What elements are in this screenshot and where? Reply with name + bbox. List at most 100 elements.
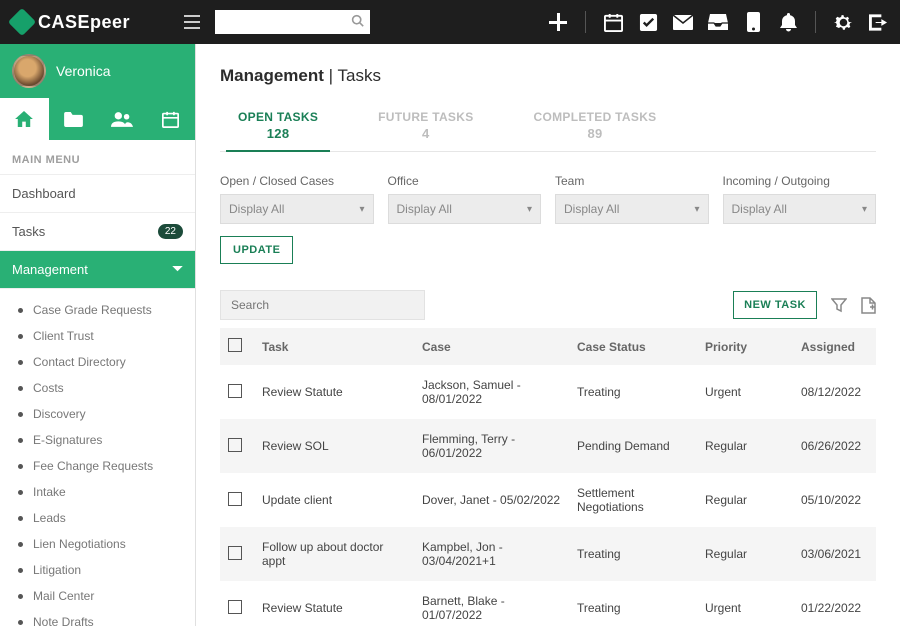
filter-icon[interactable] (831, 297, 847, 313)
sub-item[interactable]: Intake (0, 479, 195, 505)
bullet-icon (18, 334, 23, 339)
sidebar-item-management[interactable]: Management (0, 251, 195, 289)
table-row[interactable]: Review StatuteJackson, Samuel - 08/01/20… (220, 365, 876, 419)
filter-select[interactable]: Display All▾ (723, 194, 877, 224)
row-checkbox[interactable] (228, 384, 242, 398)
brand-name: CASEpeer (38, 12, 130, 33)
folder-icon[interactable] (49, 98, 98, 140)
sub-item[interactable]: Costs (0, 375, 195, 401)
row-checkbox[interactable] (228, 600, 242, 614)
cell-status: Treating (569, 365, 697, 419)
table-row[interactable]: Review StatuteBarnett, Blake - 01/07/202… (220, 581, 876, 626)
table-row[interactable]: Follow up about doctor apptKampbel, Jon … (220, 527, 876, 581)
calendar-side-icon[interactable] (146, 98, 195, 140)
bullet-icon (18, 438, 23, 443)
gear-icon[interactable] (833, 12, 853, 32)
cell-status: Treating (569, 581, 697, 626)
cell-case: Flemming, Terry - 06/01/2022 (414, 419, 569, 473)
sub-item[interactable]: Contact Directory (0, 349, 195, 375)
sidebar-icon-row (0, 98, 195, 140)
sub-item[interactable]: Leads (0, 505, 195, 531)
chevron-down-icon: ▾ (862, 204, 867, 215)
cell-assigned: 03/06/2021 (793, 527, 876, 581)
table-row[interactable]: Review SOLFlemming, Terry - 06/01/2022Pe… (220, 419, 876, 473)
brand-logo[interactable]: CASEpeer (12, 12, 130, 33)
cell-case: Kampbel, Jon - 03/04/2021+1 (414, 527, 569, 581)
update-button[interactable]: UPDATE (220, 236, 293, 264)
check-icon[interactable] (638, 12, 658, 32)
sub-item[interactable]: Fee Change Requests (0, 453, 195, 479)
select-all-checkbox[interactable] (228, 338, 242, 352)
mobile-icon[interactable] (743, 12, 763, 32)
col-case[interactable]: Case (414, 328, 569, 365)
tab-future-tasks[interactable]: FUTURE TASKS4 (378, 110, 473, 151)
mail-icon[interactable] (673, 12, 693, 32)
separator (815, 11, 816, 33)
bell-icon[interactable] (778, 12, 798, 32)
bullet-icon (18, 594, 23, 599)
sub-item[interactable]: Client Trust (0, 323, 195, 349)
bullet-icon (18, 490, 23, 495)
sub-item-label: Costs (33, 381, 64, 395)
sub-item-label: Case Grade Requests (33, 303, 152, 317)
new-task-button[interactable]: NEW TASK (733, 291, 817, 319)
bullet-icon (18, 308, 23, 313)
tab-completed-tasks[interactable]: COMPLETED TASKS89 (534, 110, 657, 151)
cell-task: Review Statute (254, 581, 414, 626)
bullet-icon (18, 464, 23, 469)
task-search[interactable] (220, 290, 425, 320)
col-status[interactable]: Case Status (569, 328, 697, 365)
home-icon[interactable] (0, 98, 49, 140)
logo-icon (8, 8, 36, 36)
sub-item-label: E-Signatures (33, 433, 102, 447)
filter: Open / Closed CasesDisplay All▾ (220, 174, 374, 224)
sub-item-label: Litigation (33, 563, 81, 577)
avatar (12, 54, 46, 88)
filter-select[interactable]: Display All▾ (220, 194, 374, 224)
table-row[interactable]: Update clientDover, Janet - 05/02/2022Se… (220, 473, 876, 527)
user-block[interactable]: Veronica (0, 44, 195, 98)
management-submenu: Case Grade Requests Client TrustContact D… (0, 289, 195, 626)
chevron-down-icon: ▾ (359, 204, 364, 215)
cell-case: Dover, Janet - 05/02/2022 (414, 473, 569, 527)
hamburger-icon[interactable] (184, 15, 200, 29)
sidebar-item-dashboard[interactable]: Dashboard (0, 174, 195, 213)
filter-select[interactable]: Display All▾ (555, 194, 709, 224)
export-icon[interactable] (861, 297, 876, 314)
sub-item[interactable]: E-Signatures (0, 427, 195, 453)
calendar-icon[interactable] (603, 12, 623, 32)
row-checkbox[interactable] (228, 438, 242, 452)
sub-item[interactable]: Mail Center (0, 583, 195, 609)
sidebar-item-tasks[interactable]: Tasks22 (0, 213, 195, 251)
global-search-input[interactable] (215, 10, 370, 34)
col-task[interactable]: Task (254, 328, 414, 365)
sidebar-item-label: Tasks (12, 224, 45, 239)
filter: TeamDisplay All▾ (555, 174, 709, 224)
cell-task: Follow up about doctor appt (254, 527, 414, 581)
sub-item-label: Mail Center (33, 589, 94, 603)
sub-item[interactable]: Lien Negotiations (0, 531, 195, 557)
sub-item[interactable]: Note Drafts (0, 609, 195, 626)
filter-label: Incoming / Outgoing (723, 174, 877, 188)
task-tabs: OPEN TASKS128 FUTURE TASKS4 COMPLETED TASK… (220, 110, 876, 152)
global-search[interactable] (215, 10, 370, 34)
logout-icon[interactable] (868, 12, 888, 32)
row-checkbox[interactable] (228, 546, 242, 560)
inbox-icon[interactable] (708, 12, 728, 32)
task-search-input[interactable] (231, 298, 414, 312)
add-icon[interactable] (548, 12, 568, 32)
col-assigned[interactable]: Assigned (793, 328, 876, 365)
filter-select[interactable]: Display All▾ (388, 194, 542, 224)
row-checkbox[interactable] (228, 492, 242, 506)
tool-row: NEW TASK (220, 290, 876, 320)
cell-priority: Regular (697, 419, 793, 473)
users-icon[interactable] (98, 98, 147, 140)
tab-open-tasks[interactable]: OPEN TASKS128 (238, 110, 318, 151)
col-priority[interactable]: Priority (697, 328, 793, 365)
sub-item[interactable]: Litigation (0, 557, 195, 583)
sub-item[interactable]: Discovery (0, 401, 195, 427)
sub-item[interactable]: Case Grade Requests (0, 297, 195, 323)
separator (585, 11, 586, 33)
cell-assigned: 08/12/2022 (793, 365, 876, 419)
sub-item-label: Fee Change Requests (33, 459, 153, 473)
